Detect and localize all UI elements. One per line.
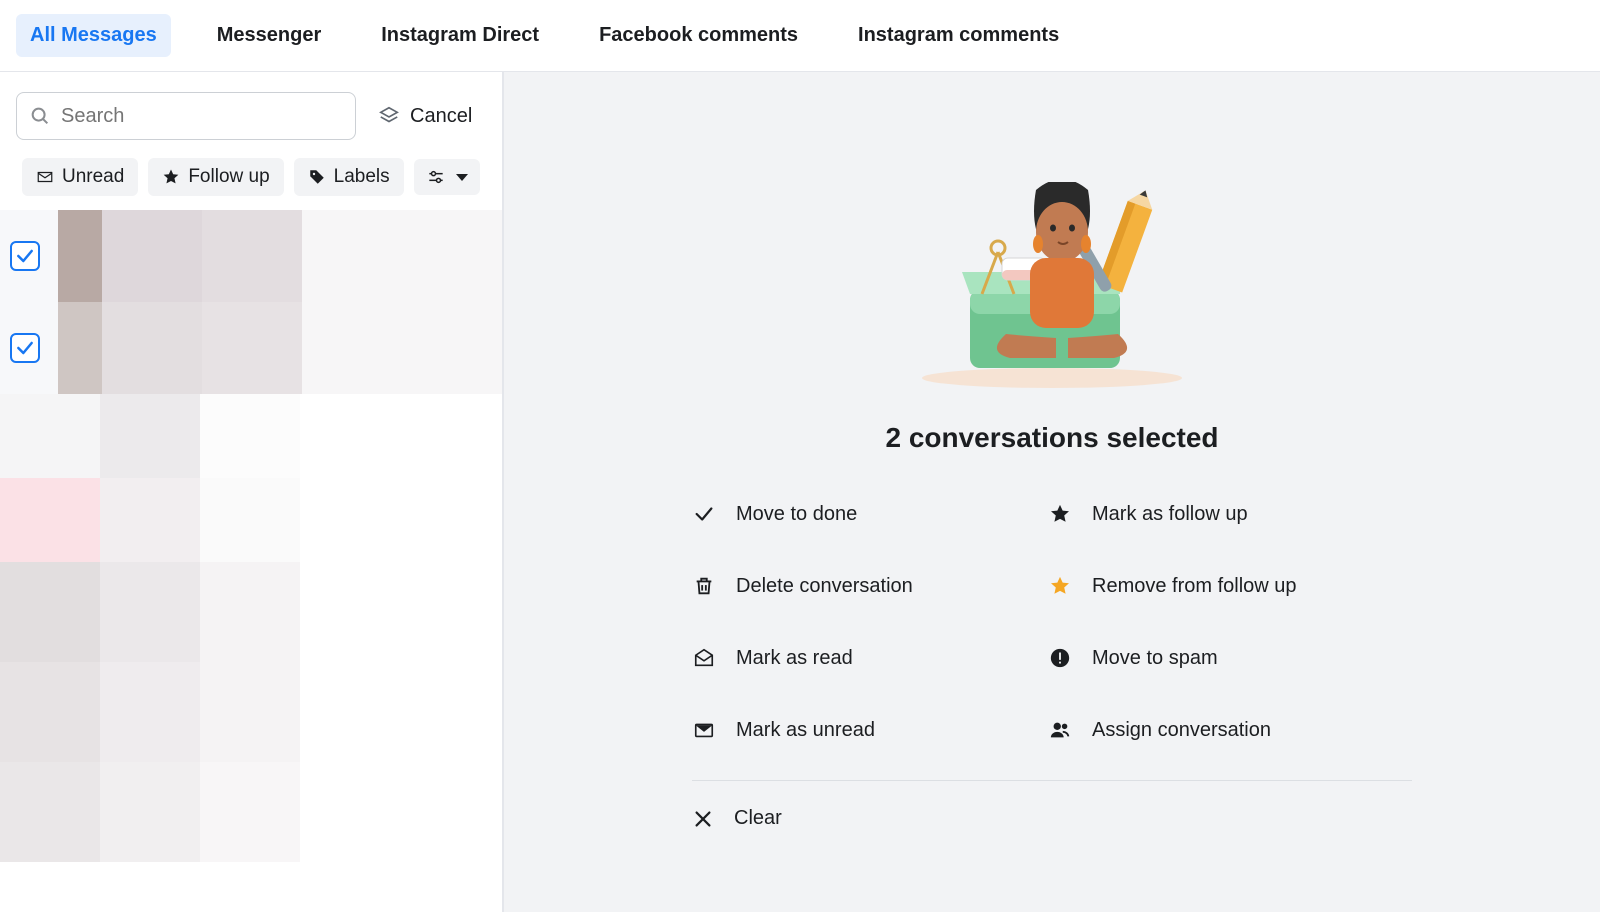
blurred-content: [0, 762, 502, 862]
conversation-row[interactable]: [0, 394, 502, 478]
conversation-row[interactable]: [0, 210, 502, 302]
filter-followup-label: Follow up: [188, 166, 269, 188]
closed-envelope-icon: [692, 718, 716, 742]
action-label: Mark as read: [736, 647, 853, 670]
action-clear[interactable]: Clear: [692, 807, 1412, 830]
tab-instagram-direct[interactable]: Instagram Direct: [367, 14, 553, 57]
blurred-content: [0, 562, 502, 662]
action-label: Move to done: [736, 503, 857, 526]
divider: [692, 780, 1412, 781]
action-assign[interactable]: Assign conversation: [1048, 718, 1398, 742]
tag-icon: [308, 168, 326, 186]
search-row: Cancel: [0, 72, 502, 148]
tab-messenger[interactable]: Messenger: [203, 14, 336, 57]
action-mark-followup[interactable]: Mark as follow up: [1048, 502, 1398, 526]
action-mark-read[interactable]: Mark as read: [692, 646, 1042, 670]
search-icon: [29, 105, 51, 127]
action-label: Move to spam: [1092, 647, 1218, 670]
action-label: Delete conversation: [736, 575, 913, 598]
filter-unread-label: Unread: [62, 166, 124, 188]
action-move-spam[interactable]: Move to spam: [1048, 646, 1398, 670]
sliders-icon: [426, 167, 446, 187]
alert-circle-icon: [1048, 646, 1072, 670]
tab-instagram-comments[interactable]: Instagram comments: [844, 14, 1073, 57]
envelope-icon: [36, 168, 54, 186]
star-filled-icon: [1048, 502, 1072, 526]
filter-chips: Unread Follow up Labels: [0, 148, 502, 210]
conversation-row[interactable]: [0, 762, 502, 862]
check-icon: [15, 246, 35, 266]
tab-facebook-comments[interactable]: Facebook comments: [585, 14, 812, 57]
people-icon: [1048, 718, 1072, 742]
action-label: Assign conversation: [1092, 719, 1271, 742]
star-icon: [162, 168, 180, 186]
conversation-row[interactable]: [0, 562, 502, 662]
conversation-row[interactable]: [0, 478, 502, 562]
action-remove-followup[interactable]: Remove from follow up: [1048, 574, 1398, 598]
blurred-content: [58, 302, 502, 394]
chevron-down-icon: [456, 174, 468, 181]
action-move-to-done[interactable]: Move to done: [692, 502, 1042, 526]
search-input[interactable]: [61, 105, 343, 128]
tabs-bar: All Messages Messenger Instagram Direct …: [0, 0, 1600, 72]
conversation-row[interactable]: [0, 662, 502, 762]
search-box[interactable]: [16, 92, 356, 140]
blurred-content: [0, 478, 502, 562]
action-mark-unread[interactable]: Mark as unread: [692, 718, 1042, 742]
main-area: Cancel Unread Follow up Labels: [0, 72, 1600, 912]
row-checkbox[interactable]: [10, 241, 40, 271]
action-label: Mark as unread: [736, 719, 875, 742]
stack-icon: [378, 105, 400, 127]
tab-all-messages[interactable]: All Messages: [16, 14, 171, 57]
toolbox-illustration: [912, 182, 1192, 392]
trash-icon: [692, 574, 716, 598]
conversation-list[interactable]: [0, 210, 502, 912]
filter-more[interactable]: [414, 159, 480, 195]
check-icon: [15, 338, 35, 358]
filter-followup[interactable]: Follow up: [148, 158, 283, 196]
action-delete[interactable]: Delete conversation: [692, 574, 1042, 598]
selection-title: 2 conversations selected: [885, 422, 1218, 454]
filter-labels[interactable]: Labels: [294, 158, 404, 196]
blurred-content: [58, 210, 502, 302]
close-icon: [692, 808, 714, 830]
check-icon: [692, 502, 716, 526]
action-label: Mark as follow up: [1092, 503, 1248, 526]
row-checkbox[interactable]: [10, 333, 40, 363]
mark-read-icon: [692, 646, 716, 670]
action-label: Remove from follow up: [1092, 575, 1297, 598]
star-orange-icon: [1048, 574, 1072, 598]
cancel-label: Cancel: [410, 105, 472, 128]
action-label: Clear: [734, 807, 782, 830]
conversations-pane: Cancel Unread Follow up Labels: [0, 72, 504, 912]
blurred-content: [0, 662, 502, 762]
bulk-actions-pane: 2 conversations selected Move to done Ma…: [504, 72, 1600, 912]
filter-labels-label: Labels: [334, 166, 390, 188]
bulk-actions: Move to done Mark as follow up Delete co…: [692, 502, 1412, 742]
conversation-row[interactable]: [0, 302, 502, 394]
filter-unread[interactable]: Unread: [22, 158, 138, 196]
cancel-button[interactable]: Cancel: [378, 105, 472, 128]
blurred-content: [0, 394, 502, 478]
